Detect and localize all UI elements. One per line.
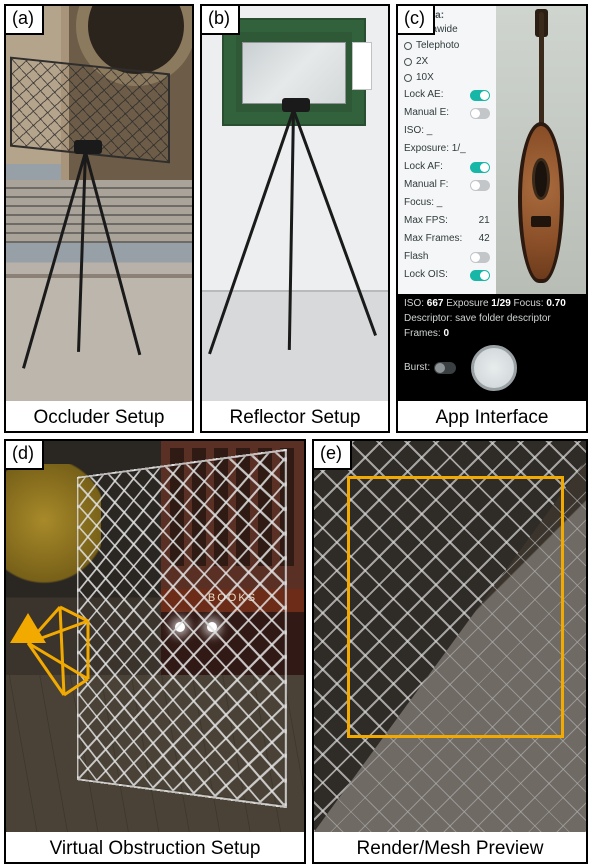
- toggle-icon[interactable]: [470, 108, 490, 119]
- frames-label: Frames:: [404, 328, 441, 339]
- panel-caption: Virtual Obstruction Setup: [6, 832, 304, 862]
- row-flash[interactable]: Flash: [404, 249, 490, 265]
- radio-icon: [404, 74, 412, 82]
- panel-render-mesh-preview: (e) Render/Mesh Preview: [312, 439, 588, 865]
- guitar-subject: [512, 12, 570, 288]
- descriptor-label: Descriptor:: [404, 313, 452, 324]
- row-lock-ois[interactable]: Lock OIS:: [404, 267, 490, 283]
- row-label: Lock AF:: [404, 159, 443, 175]
- toggle-icon[interactable]: [470, 252, 490, 263]
- row-lock-af[interactable]: Lock AF:: [404, 159, 490, 175]
- row-manual-exposure[interactable]: Manual E:: [404, 105, 490, 121]
- phone-preview-pane: Camera: Ultrawide Telephoto 2X 10X Lock …: [398, 6, 586, 294]
- row-value: 21: [479, 213, 490, 229]
- exposure-value: 1/29: [491, 298, 510, 309]
- camera-option-telephoto[interactable]: Telephoto: [404, 39, 490, 53]
- focus-label: Focus:: [514, 298, 544, 309]
- row-iso: ISO: _: [404, 123, 490, 139]
- toggle-icon[interactable]: [470, 162, 490, 173]
- row-manual-focus[interactable]: Manual F:: [404, 177, 490, 193]
- row-label: Manual F:: [404, 177, 448, 193]
- panel-d-image: BOOKS: [6, 441, 304, 833]
- row-lock-ae[interactable]: Lock AE:: [404, 87, 490, 103]
- radio-icon: [404, 42, 412, 50]
- panel-e-image: (e): [314, 441, 586, 833]
- panel-caption: Occluder Setup: [6, 401, 192, 431]
- row-exposure: Exposure: 1/_: [404, 141, 490, 157]
- panel-virtual-obstruction: BOOKS: [4, 439, 306, 865]
- steps: [6, 180, 192, 275]
- row-label: Flash: [404, 249, 428, 265]
- panel-caption: App Interface: [398, 401, 586, 431]
- shutter-button[interactable]: [471, 345, 517, 391]
- wall-plaque: [352, 42, 372, 90]
- panel-tag: (a): [6, 6, 44, 35]
- descriptor-value: save folder descriptor: [455, 313, 551, 324]
- panel-b-image: (b): [202, 6, 388, 401]
- iso-label: ISO:: [404, 298, 424, 309]
- burst-label: Burst:: [404, 362, 430, 373]
- toggle-icon[interactable]: [470, 180, 490, 191]
- row-label: Max FPS:: [404, 213, 448, 229]
- panel-tag: (b): [202, 6, 240, 35]
- panel-caption: Render/Mesh Preview: [314, 832, 586, 862]
- iso-value: 667: [427, 298, 444, 309]
- row-label: Manual E:: [404, 105, 449, 121]
- crop-rectangle: [347, 476, 565, 738]
- status-exposure-line: ISO: 667 Exposure 1/29 Focus: 0.70: [404, 298, 580, 309]
- camera-settings-panel: Camera: Ultrawide Telephoto 2X 10X Lock …: [398, 6, 496, 294]
- panel-app-interface: Camera: Ultrawide Telephoto 2X 10X Lock …: [396, 4, 588, 433]
- panel-tag: (d): [6, 441, 44, 470]
- option-label: Telephoto: [416, 39, 459, 53]
- panel-a-image: (a): [6, 6, 192, 401]
- focus-value: 0.70: [546, 298, 565, 309]
- tripod: [292, 98, 298, 104]
- tripod: [84, 140, 90, 146]
- panel-tag: (c): [398, 6, 435, 35]
- option-label: 10X: [416, 71, 434, 85]
- status-frames-line: Frames: 0: [404, 328, 580, 339]
- camera-live-preview: [496, 6, 586, 294]
- row-focus: Focus: _: [404, 195, 490, 211]
- panel-occluder-setup: (a) Occluder Setup: [4, 4, 194, 433]
- exposure-label: Exposure: [446, 298, 488, 309]
- option-label: 2X: [416, 55, 428, 69]
- row-label: Lock AE:: [404, 87, 443, 103]
- row-value: 42: [479, 231, 490, 247]
- row-label: ISO: _: [404, 123, 432, 139]
- row-max-frames: Max Frames: 42: [404, 231, 490, 247]
- status-descriptor-line: Descriptor: save folder descriptor: [404, 313, 580, 324]
- camera-option-2x[interactable]: 2X: [404, 55, 490, 69]
- burst-toggle[interactable]: Burst:: [404, 362, 456, 374]
- toggle-icon[interactable]: [434, 362, 456, 374]
- toggle-icon[interactable]: [470, 90, 490, 101]
- row-label: Max Frames:: [404, 231, 462, 247]
- panel-reflector-setup: (b) Reflector Setup: [200, 4, 390, 433]
- panel-tag: (e): [314, 441, 352, 470]
- virtual-fence-mesh: [77, 449, 287, 808]
- row-label: Lock OIS:: [404, 267, 448, 283]
- camera-option-10x[interactable]: 10X: [404, 71, 490, 85]
- panel-caption: Reflector Setup: [202, 401, 388, 431]
- panel-c-image: Camera: Ultrawide Telephoto 2X 10X Lock …: [398, 6, 586, 401]
- status-readout: ISO: 667 Exposure 1/29 Focus: 0.70 Descr…: [404, 298, 580, 393]
- frames-value: 0: [443, 328, 449, 339]
- capture-controls: Burst:: [404, 345, 580, 391]
- radio-icon: [404, 58, 412, 66]
- row-label: Exposure: 1/_: [404, 141, 466, 157]
- toggle-icon[interactable]: [470, 270, 490, 281]
- virtual-camera-frustum: [10, 613, 100, 708]
- row-label: Focus: _: [404, 195, 442, 211]
- reflector-glass: [242, 42, 346, 104]
- row-max-fps: Max FPS: 21: [404, 213, 490, 229]
